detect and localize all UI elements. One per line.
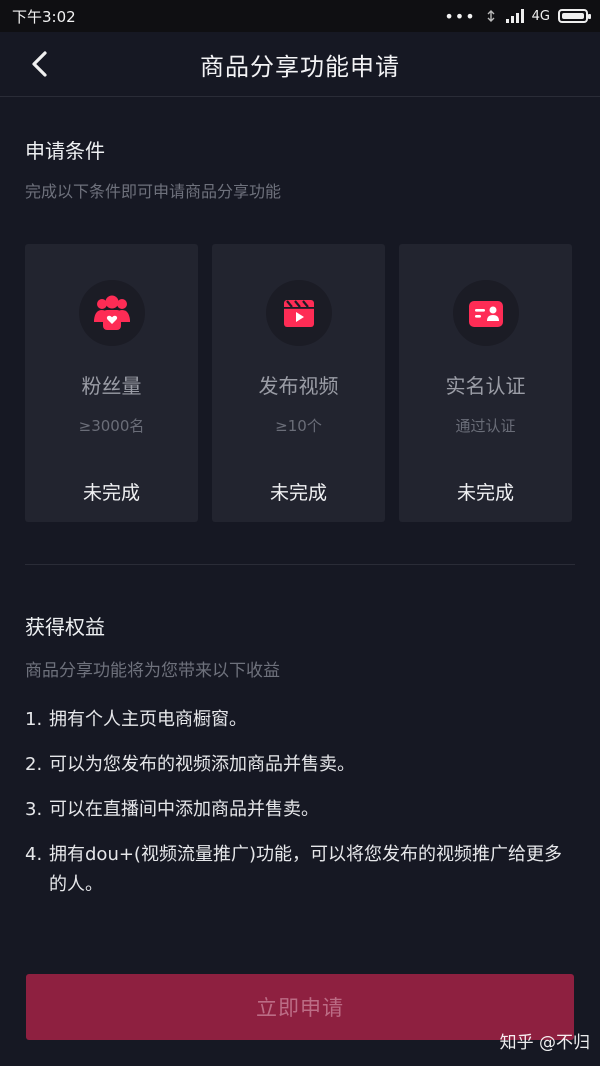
wifi-off-icon [487, 10, 495, 22]
benefits-subtitle: 商品分享功能将为您带来以下收益 [25, 661, 280, 681]
watermark: 知乎 @不归 [499, 1033, 590, 1053]
card-requirement: ≥3000名 [78, 417, 145, 435]
condition-cards: 粉丝量 ≥3000名 未完成 发布视频 ≥10个 未完成 实名认证 通过认证 未… [25, 244, 575, 522]
more-dots-icon: ••• [444, 6, 476, 26]
card-status: 未完成 [456, 482, 514, 504]
card-label: 粉丝量 [81, 374, 142, 398]
condition-card-video: 发布视频 ≥10个 未完成 [212, 244, 385, 522]
item-number: 1. [25, 709, 43, 730]
item-text: 拥有dou+(视频流量推广)功能，可以将您发布的视频推广给更多的人。 [49, 844, 562, 895]
conditions-title: 申请条件 [25, 139, 105, 163]
item-text: 可以在直播间中添加商品并售卖。 [49, 799, 319, 820]
status-icons: ••• 4G [444, 6, 591, 26]
section-divider [25, 564, 575, 565]
card-status: 未完成 [269, 482, 327, 504]
item-number: 2. [25, 754, 43, 775]
condition-card-id: 实名认证 通过认证 未完成 [399, 244, 572, 522]
benefits-title: 获得权益 [25, 615, 105, 639]
list-item: 2. 可以为您发布的视频添加商品并售卖。 [25, 750, 575, 780]
list-item: 4. 拥有dou+(视频流量推广)功能，可以将您发布的视频推广给更多的人。 [25, 840, 575, 900]
item-number: 3. [25, 799, 43, 820]
status-time: 下午3:02 [12, 7, 76, 26]
fans-icon [78, 280, 145, 346]
apply-button[interactable]: 立即申请 [26, 974, 574, 1040]
network-label: 4G [531, 8, 550, 24]
item-number: 4. [25, 844, 43, 865]
card-label: 发布视频 [258, 374, 339, 398]
condition-card-fans: 粉丝量 ≥3000名 未完成 [25, 244, 198, 522]
battery-icon [558, 9, 591, 23]
card-requirement: 通过认证 [455, 417, 516, 435]
header: 商品分享功能申请 [0, 32, 600, 97]
conditions-section: 申请条件 完成以下条件即可申请商品分享功能 粉丝量 ≥3000名 未完成 发布视… [0, 135, 600, 522]
item-text: 拥有个人主页电商橱窗。 [49, 709, 247, 730]
card-requirement: ≥10个 [275, 417, 322, 435]
back-arrow-icon [32, 51, 47, 77]
benefits-section: 获得权益 商品分享功能将为您带来以下收益 1. 拥有个人主页电商橱窗。 2. 可… [0, 611, 600, 900]
page-title: 商品分享功能申请 [200, 52, 400, 81]
signal-icon [505, 9, 524, 23]
id-card-icon [452, 280, 519, 346]
back-button[interactable] [22, 46, 58, 82]
list-item: 3. 可以在直播间中添加商品并售卖。 [25, 795, 575, 825]
card-status: 未完成 [82, 482, 140, 504]
video-icon [265, 280, 332, 346]
benefits-list: 1. 拥有个人主页电商橱窗。 2. 可以为您发布的视频添加商品并售卖。 3. 可… [25, 705, 575, 900]
conditions-subtitle: 完成以下条件即可申请商品分享功能 [25, 182, 282, 201]
item-text: 可以为您发布的视频添加商品并售卖。 [49, 754, 355, 775]
list-item: 1. 拥有个人主页电商橱窗。 [25, 705, 575, 735]
card-label: 实名认证 [445, 374, 526, 398]
status-bar: 下午3:02 ••• 4G [0, 0, 600, 32]
